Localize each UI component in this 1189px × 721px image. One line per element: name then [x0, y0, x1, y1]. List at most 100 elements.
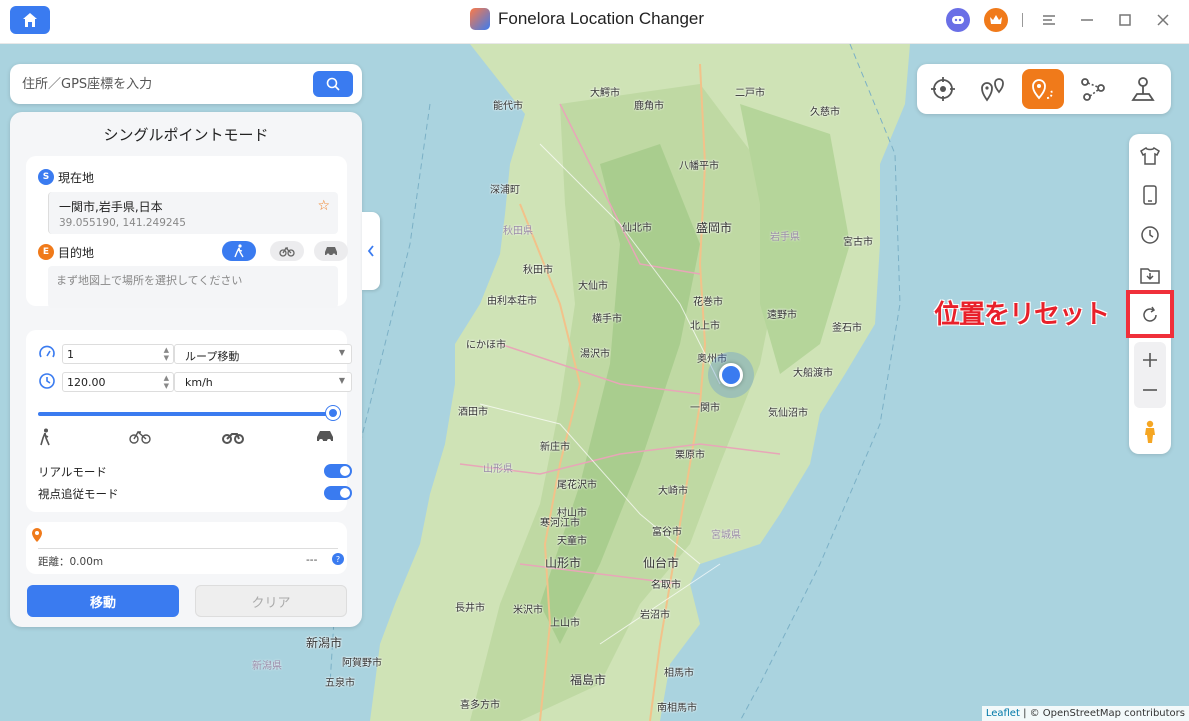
- speed-stepper[interactable]: ▲▼: [62, 372, 174, 392]
- home-icon: [23, 13, 37, 27]
- city-label: 久慈市: [810, 107, 840, 118]
- discord-icon[interactable]: [946, 8, 970, 32]
- collapse-panel-handle[interactable]: [362, 212, 380, 290]
- street-view-button[interactable]: [1135, 418, 1165, 446]
- real-mode-toggle[interactable]: [324, 464, 352, 478]
- repeat-count-input[interactable]: [67, 347, 147, 362]
- reset-annotation-label: 位置をリセット: [934, 300, 1110, 330]
- clear-button[interactable]: クリア: [195, 585, 347, 617]
- two-spot-mode-button[interactable]: [972, 69, 1014, 109]
- search-bar: [10, 64, 362, 104]
- leaflet-link[interactable]: Leaflet: [986, 708, 1020, 719]
- start-badge: S: [38, 169, 54, 185]
- current-location-box: 一関市,岩手県,日本 39.055190, 141.249245 ☆: [48, 192, 338, 234]
- crown-icon[interactable]: [984, 8, 1008, 32]
- zoom-controls: [1134, 342, 1166, 408]
- zoom-in-button[interactable]: [1135, 346, 1165, 374]
- current-location-marker[interactable]: [719, 363, 743, 387]
- city-label: 長井市: [455, 603, 485, 614]
- single-point-panel: シングルポイントモード S 現在地 一関市,岩手県,日本 39.055190, …: [10, 112, 362, 627]
- city-label: 寒河江市: [540, 518, 580, 529]
- speed-slider-handle[interactable]: [326, 406, 340, 420]
- bicycle-icon: [129, 428, 151, 447]
- end-badge: E: [38, 244, 54, 260]
- move-button[interactable]: 移動: [27, 585, 179, 617]
- device-button[interactable]: [1135, 181, 1165, 209]
- history-clock-icon: [1141, 226, 1159, 244]
- crosshair-icon: [931, 77, 955, 101]
- repeat-count-stepper[interactable]: ▲▼: [62, 344, 174, 364]
- city-label: 栗原市: [675, 450, 705, 461]
- speed-input[interactable]: [67, 375, 147, 390]
- location-pin-icon: [32, 528, 42, 542]
- folder-download-icon: [1140, 268, 1160, 284]
- favorite-star-icon[interactable]: ☆: [317, 198, 330, 214]
- reset-highlight-box: [1126, 290, 1174, 338]
- city-label: 二戸市: [735, 88, 765, 99]
- tshirt-icon: [1140, 147, 1160, 165]
- osm-credit: | © OpenStreetMap contributors: [1023, 708, 1185, 719]
- city-label: 大鰐市: [590, 88, 620, 99]
- app-logo-icon: [470, 8, 490, 30]
- follow-view-toggle[interactable]: [324, 486, 352, 500]
- search-input[interactable]: [22, 73, 312, 95]
- search-button[interactable]: [313, 71, 353, 97]
- city-label: 仙台市: [643, 556, 680, 570]
- help-icon[interactable]: ?: [332, 553, 344, 565]
- plus-icon: [1143, 353, 1157, 367]
- prefecture-label: 新潟県: [252, 661, 282, 672]
- city-label: 新潟市: [306, 636, 343, 650]
- car-mode-button[interactable]: [314, 241, 348, 261]
- city-label: 五泉市: [325, 678, 355, 689]
- zoom-out-button[interactable]: [1135, 376, 1165, 404]
- city-label: 阿賀野市: [342, 658, 382, 669]
- mode-toolbar: [917, 64, 1171, 114]
- multi-point-route-icon: [1081, 78, 1105, 101]
- bike-mode-button[interactable]: [270, 241, 304, 261]
- skin-button[interactable]: [1135, 142, 1165, 170]
- import-button[interactable]: [1135, 261, 1165, 289]
- minimize-icon[interactable]: [1075, 8, 1099, 32]
- speed-unit-select[interactable]: km/h ▼: [174, 372, 352, 392]
- window-controls: [946, 8, 1175, 32]
- city-label: 一関市: [690, 403, 720, 414]
- city-label: 大仙市: [578, 281, 608, 292]
- stepper-arrows[interactable]: ▲ ▼: [164, 346, 169, 362]
- speed-slider-track[interactable]: [38, 412, 334, 416]
- destination-input[interactable]: [56, 270, 326, 290]
- panel-title: シングルポイントモード: [103, 126, 269, 144]
- menu-icon[interactable]: [1037, 8, 1061, 32]
- walk-mode-button[interactable]: [222, 241, 256, 261]
- repeat-count-icon: [38, 344, 56, 362]
- maximize-icon[interactable]: [1113, 8, 1137, 32]
- history-button[interactable]: [1135, 221, 1165, 249]
- minus-icon: [1143, 389, 1157, 391]
- city-label: 大船渡市: [793, 368, 833, 379]
- city-label: 遠野市: [767, 310, 797, 321]
- route-progress-line: [38, 548, 338, 549]
- teleport-mode-button[interactable]: [922, 69, 964, 109]
- car-icon: [315, 428, 335, 447]
- app-title-group: Fonelora Location Changer: [470, 8, 704, 30]
- city-label: 由利本荘市: [487, 296, 537, 307]
- destination-label: 目的地: [58, 246, 95, 260]
- search-icon: [326, 77, 340, 91]
- multi-spot-mode-button[interactable]: [1072, 69, 1114, 109]
- route-mode-select[interactable]: ループ移動 ▼: [174, 344, 352, 364]
- distance-label: 距離：0.00m: [38, 556, 104, 568]
- map-attribution: Leaflet | © OpenStreetMap contributors: [981, 706, 1189, 721]
- city-label: 名取市: [651, 580, 681, 591]
- joystick-mode-button[interactable]: [1122, 69, 1164, 109]
- city-label: 福島市: [570, 673, 607, 687]
- two-pins-icon: [981, 78, 1004, 102]
- city-label: 盛岡市: [696, 221, 733, 235]
- app-title: Fonelora Location Changer: [498, 9, 705, 28]
- bicycle-icon: [279, 246, 295, 257]
- city-label: 宮古市: [843, 237, 873, 248]
- single-point-mode-button[interactable]: [1022, 69, 1064, 109]
- city-label: 八幡平市: [679, 161, 719, 172]
- home-button[interactable]: [10, 6, 50, 34]
- close-icon[interactable]: [1151, 8, 1175, 32]
- city-label: 天童市: [557, 536, 587, 547]
- stepper-arrows[interactable]: ▲ ▼: [164, 374, 169, 390]
